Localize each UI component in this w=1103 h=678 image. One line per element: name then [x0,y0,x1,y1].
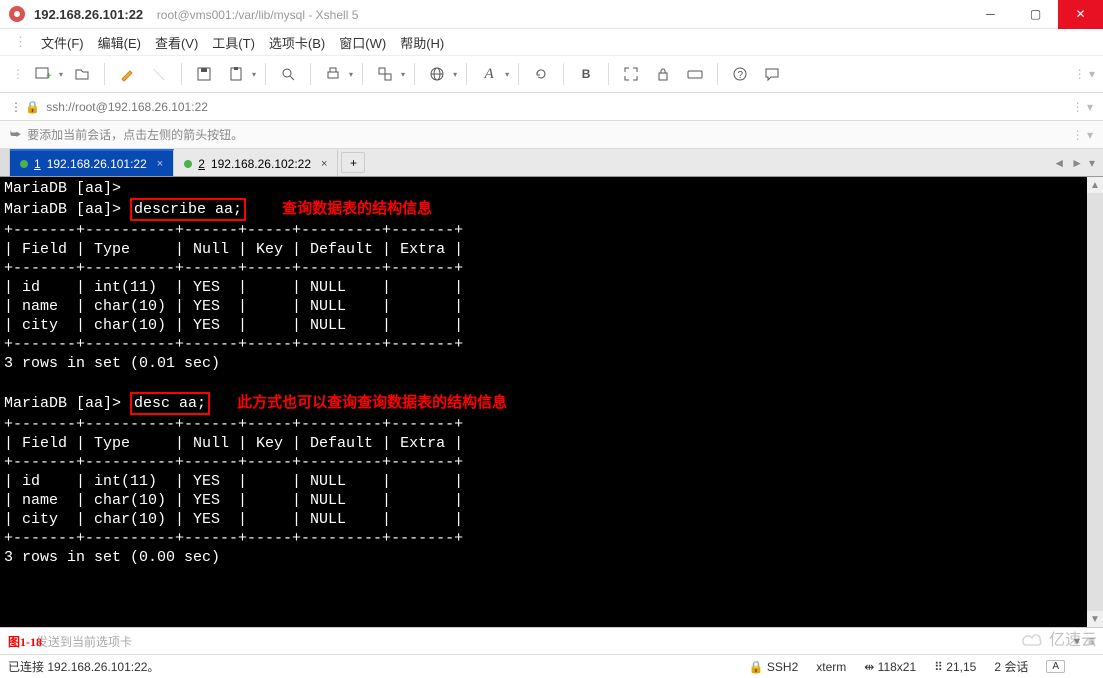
menu-file[interactable]: 文件(F) [41,33,84,52]
terminal[interactable]: MariaDB [aa]> MariaDB [aa]> describe aa;… [0,177,1087,627]
chat-icon[interactable] [759,61,785,87]
bold-icon[interactable]: B [573,61,599,87]
terminal-scrollbar[interactable]: ▲ ▼ [1087,177,1103,627]
window-controls: ─ ▢ ✕ [968,0,1103,29]
address-icon: ⋮ 🔒 [10,100,40,114]
maximize-button[interactable]: ▢ [1013,0,1058,29]
status-connection: 已连接 192.168.26.101:22。 [8,658,159,675]
scroll-down-icon[interactable]: ▼ [1087,611,1103,627]
terminal-area: MariaDB [aa]> MariaDB [aa]> describe aa;… [0,177,1103,627]
tabs-prev-icon[interactable]: ◄ [1053,156,1065,170]
status-sessions: 2 会话 [994,658,1028,675]
tab-2-num: 2 [198,157,205,171]
help-icon[interactable]: ? [727,61,753,87]
minimize-button[interactable]: ─ [968,0,1013,29]
hint-text: 要添加当前会话，点击左侧的箭头按钮。 [27,126,243,143]
scroll-up-icon[interactable]: ▲ [1087,177,1103,193]
tab-1-label: 192.168.26.101:22 [47,157,147,171]
title-path: root@vms001:/var/lib/mysql - Xshell 5 [157,8,359,22]
app-icon [8,5,26,23]
send-dropdown[interactable]: ▾ [1074,634,1080,648]
status-bar: 已连接 192.168.26.101:22。 🔒 SSH2 xterm ⇹ 11… [0,654,1103,678]
address-url[interactable]: ssh://root@192.168.26.101:22 [46,100,1065,114]
compose-icon[interactable] [114,61,140,87]
close-button[interactable]: ✕ [1058,0,1103,29]
status-proto: 🔒 SSH2 [749,660,799,674]
hint-bar: ⮩ 要添加当前会话，点击左侧的箭头按钮。 ⋮ ▾ [0,121,1103,149]
toolbar-overflow[interactable]: ⋮ ▾ [1074,67,1103,81]
fullscreen-icon[interactable] [618,61,644,87]
status-size: ⇹ 118x21 [864,660,916,674]
hint-overflow[interactable]: ⋮ ▾ [1072,128,1093,142]
send-input[interactable]: 发送到当前选项卡 [36,633,132,650]
session-tabs: 1 192.168.26.101:22 × 2 192.168.26.102:2… [0,149,1103,177]
title-hostport: 192.168.26.101:22 [34,7,143,22]
menu-view[interactable]: 查看(V) [155,33,198,52]
globe-icon[interactable] [424,61,450,87]
tab-1[interactable]: 1 192.168.26.101:22 × [10,149,174,176]
search-icon[interactable] [275,61,301,87]
menu-tools[interactable]: 工具(T) [212,33,255,52]
svg-text:+: + [46,71,52,82]
svg-text:?: ? [738,70,744,81]
font-icon[interactable]: A [476,61,502,87]
menu-handle[interactable]: ⋮ [14,34,27,50]
menu-tabs[interactable]: 选项卡(B) [269,33,325,52]
properties-icon[interactable] [372,61,398,87]
status-cap: A [1046,660,1065,673]
tab-1-close-icon[interactable]: × [157,158,163,170]
lock-icon[interactable] [650,61,676,87]
status-dot-icon [184,160,192,168]
menu-edit[interactable]: 编辑(E) [98,33,141,52]
tb-handle[interactable]: ⋮ [12,67,24,81]
disconnect-icon[interactable]: ＼ [146,61,172,87]
menu-help[interactable]: 帮助(H) [400,33,444,52]
tabs-next-icon[interactable]: ► [1071,156,1083,170]
status-dot-icon [20,160,28,168]
tab-2[interactable]: 2 192.168.26.102:22 × [174,149,338,176]
new-session-icon[interactable]: + [30,61,56,87]
open-icon[interactable] [69,61,95,87]
scroll-track[interactable] [1087,193,1103,611]
tabs-nav: ◄ ► ▾ [1053,149,1103,176]
menu-windows[interactable]: 窗口(W) [339,33,386,52]
hint-arrow-icon[interactable]: ⮩ [10,127,21,142]
printer-icon[interactable] [320,61,346,87]
tabs-menu-icon[interactable]: ▾ [1089,156,1095,170]
tabs-gutter [0,149,10,176]
tab-2-label: 192.168.26.102:22 [211,157,311,171]
send-menu-icon[interactable]: ≡ [1088,634,1095,648]
tab-2-close-icon[interactable]: × [321,158,327,170]
window-title: 192.168.26.101:22 root@vms001:/var/lib/m… [34,7,358,22]
menu-bar: ⋮ 文件(F) 编辑(E) 查看(V) 工具(T) 选项卡(B) 窗口(W) 帮… [0,29,1103,55]
refresh-icon[interactable] [528,61,554,87]
keyboard-icon[interactable] [682,61,708,87]
figure-label: 图1-18 [8,633,42,650]
tab-1-num: 1 [34,157,41,171]
toolbar: ⋮ +▾ ＼ ▾ ▾ ▾ ▾ A▾ B ? ⋮ ▾ [0,55,1103,93]
send-input-row: 图1-18 发送到当前选项卡 ▾ ≡ [0,628,1103,654]
lower-panel: 图1-18 发送到当前选项卡 ▾ ≡ 已连接 192.168.26.101:22… [0,627,1103,678]
address-bar: ⋮ 🔒 ssh://root@192.168.26.101:22 ⋮ ▾ [0,93,1103,121]
save-icon[interactable] [191,61,217,87]
status-term: xterm [816,660,846,674]
paste-icon[interactable] [223,61,249,87]
address-overflow[interactable]: ⋮ ▾ [1072,100,1093,114]
status-pos: ⠿ 21,15 [934,660,976,674]
title-bar: 192.168.26.101:22 root@vms001:/var/lib/m… [0,0,1103,29]
tab-add-button[interactable]: + [341,152,365,173]
